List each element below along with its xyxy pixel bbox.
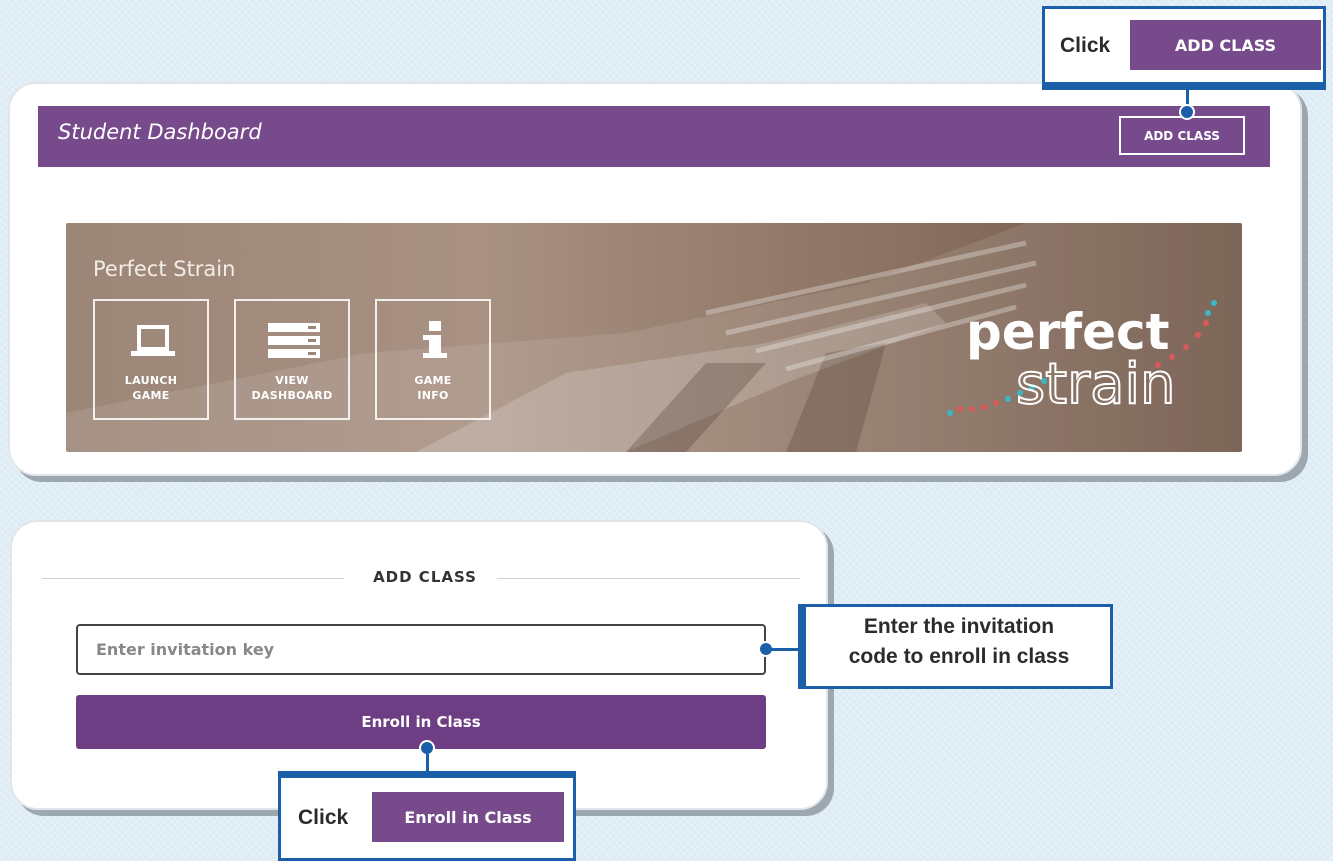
svg-text:strain: strain [1016, 352, 1176, 417]
server-list-icon [236, 319, 348, 367]
laptop-icon [95, 319, 207, 367]
divider-left [42, 578, 344, 579]
divider-right [497, 578, 800, 579]
callout-click-label: Click [1060, 34, 1111, 57]
tile-label: LAUNCH GAME [124, 374, 178, 402]
add-class-button[interactable]: ADD CLASS [1119, 116, 1245, 155]
input-callout-connector [770, 648, 800, 651]
launch-game-tile[interactable]: LAUNCH GAME [93, 299, 209, 420]
callout-add-class-button: ADD CLASS [1130, 20, 1321, 70]
game-title: Perfect Strain [93, 257, 236, 281]
page-title: Student Dashboard [58, 120, 262, 144]
perfect-strain-logo: perfect strain [936, 283, 1236, 423]
game-info-tile[interactable]: GAME INFO [375, 299, 491, 420]
view-dashboard-tile[interactable]: VIEW DASHBOARD [234, 299, 350, 420]
dashboard-header: Student Dashboard ADD CLASS [38, 106, 1270, 167]
add-class-heading: ADD CLASS [373, 568, 477, 586]
invitation-tip-text: Enter the invitation code to enroll in c… [848, 615, 1070, 668]
callout-connector-dot [1179, 104, 1195, 120]
callout-accent [278, 771, 576, 778]
game-banner: Perfect Strain LAUNCH GAME VIEW DASHBOAR… [66, 223, 1242, 452]
tile-label: VIEW DASHBOARD [251, 374, 333, 402]
callout-click-label: Click [298, 806, 349, 829]
callout-enroll-button: Enroll in Class [372, 792, 564, 842]
info-icon [377, 319, 489, 367]
callout-accent [798, 604, 806, 689]
tile-label: GAME INFO [414, 374, 452, 402]
callout-accent [1042, 82, 1326, 90]
invitation-key-input[interactable] [76, 624, 766, 675]
